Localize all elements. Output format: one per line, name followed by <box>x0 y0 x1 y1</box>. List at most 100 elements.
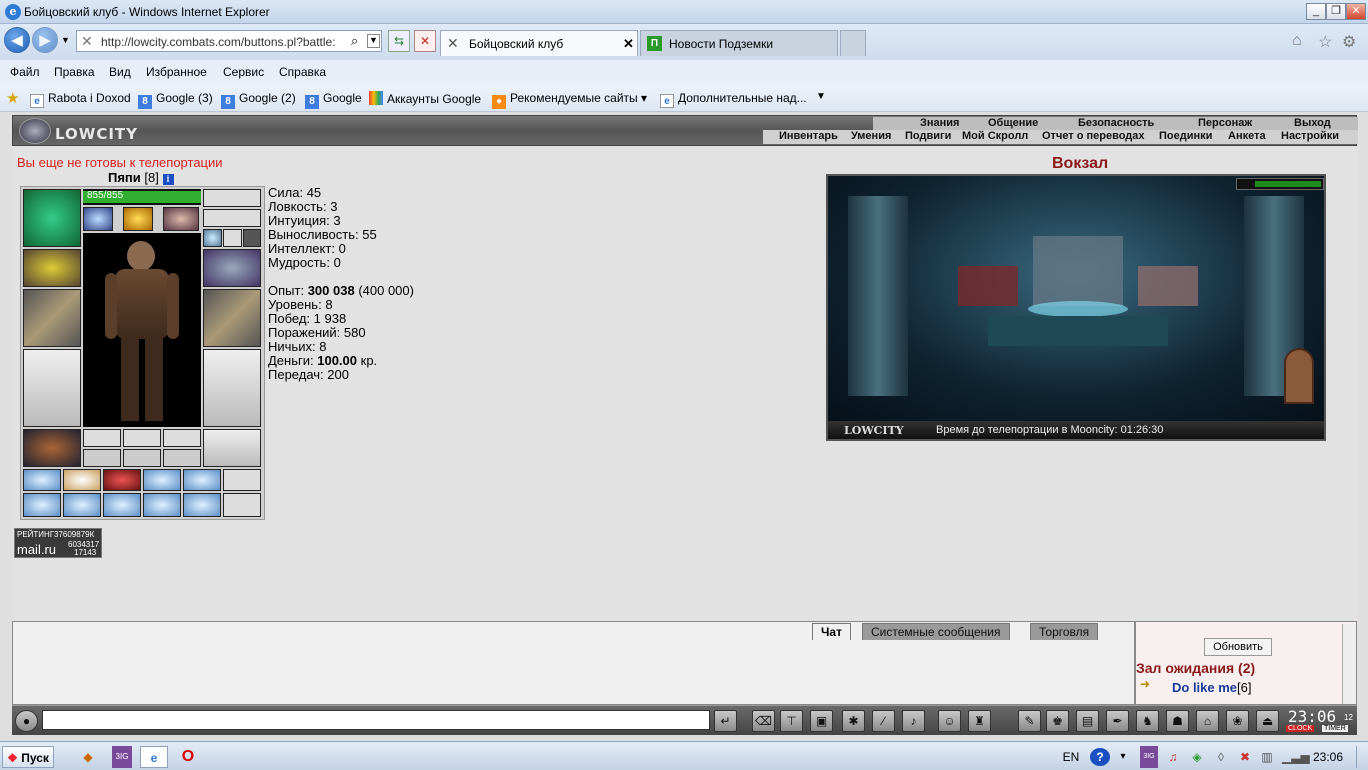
lock-icon[interactable]: ⌂ <box>1196 710 1219 732</box>
new-tab-button[interactable] <box>840 30 866 56</box>
smiles-icon[interactable]: ☺ <box>938 710 961 732</box>
network-icon[interactable]: ▥ <box>1258 746 1276 768</box>
rune-slot[interactable] <box>83 429 121 447</box>
send-icon[interactable]: ↵ <box>714 710 737 732</box>
helmet-slot[interactable] <box>23 189 81 247</box>
chat-filter-icon[interactable]: ● <box>15 710 38 732</box>
scroll-slot[interactable] <box>183 469 221 491</box>
show-desktop-button[interactable] <box>1356 746 1366 768</box>
fav-item-recommended[interactable]: ● Рекомендуемые сайты ▾ <box>492 91 647 109</box>
timer-label[interactable]: TIMER <box>1322 725 1348 732</box>
refresh-button[interactable]: Обновить <box>1204 638 1272 656</box>
menu-view[interactable]: Вид <box>109 65 131 79</box>
exit-game-icon[interactable]: ⏏ <box>1256 710 1279 732</box>
scroll-slot[interactable] <box>223 469 261 491</box>
user-item[interactable]: Do like me[6] <box>1172 680 1252 695</box>
scroll-slot[interactable] <box>223 493 261 517</box>
link-exit[interactable]: Выход <box>1294 117 1331 129</box>
location-scene[interactable]: LOWCITY Время до телепортации в Mooncity… <box>826 174 1326 441</box>
scroll-slot[interactable] <box>23 469 61 491</box>
tab-news[interactable]: П Новости Подземки <box>640 30 838 56</box>
menu-edit[interactable]: Правка <box>54 65 95 79</box>
link-inventory[interactable]: Инвентарь <box>779 130 838 142</box>
link-settings[interactable]: Настройки <box>1281 130 1339 142</box>
scroll-slot[interactable] <box>23 493 61 517</box>
favorites-star-icon[interactable]: ☆ <box>1318 32 1332 52</box>
amulet-slot[interactable] <box>203 189 261 207</box>
link-knowledge[interactable]: Знания <box>920 117 959 129</box>
scroll-slot[interactable] <box>143 493 181 517</box>
link-character[interactable]: Персонаж <box>1198 117 1252 129</box>
start-button[interactable]: ❖ Пуск <box>2 746 54 768</box>
clock-label[interactable]: CLOCK <box>1286 725 1315 732</box>
earring-slot[interactable] <box>203 209 261 227</box>
scroll-slot[interactable] <box>63 469 101 491</box>
shield-slot[interactable] <box>203 349 261 427</box>
link-skills[interactable]: Умения <box>851 130 891 142</box>
rune-slot[interactable] <box>83 449 121 467</box>
fav-item-google-2[interactable]: 8 Google (2) <box>221 91 296 109</box>
rune-slot[interactable] <box>123 449 161 467</box>
rune-slot[interactable] <box>123 429 161 447</box>
chat-input[interactable] <box>42 710 710 730</box>
mailru-rating-counter[interactable]: РЕЙТИНГ 37609879К mail.ru 6034317 17143 <box>14 528 102 558</box>
gold-icon[interactable]: ▤ <box>1076 710 1099 732</box>
fav-item-google-3[interactable]: 8 Google (3) <box>138 91 213 109</box>
taskbar-clock[interactable]: 23:06 <box>1308 746 1348 768</box>
tray-icon[interactable]: ▾ <box>1116 746 1130 768</box>
buff-icon[interactable] <box>163 207 199 231</box>
bag-icon[interactable]: ♚ <box>1046 710 1069 732</box>
menu-favorites[interactable]: Избранное <box>146 65 207 79</box>
filter-icon[interactable]: ⊤ <box>780 710 803 732</box>
scroll-slot[interactable] <box>143 469 181 491</box>
app-icon[interactable]: 3IG <box>112 746 132 768</box>
buff-icon[interactable] <box>83 207 113 231</box>
refresh-icon[interactable]: ⇆ <box>388 30 410 52</box>
tab-close-icon[interactable]: ✕ <box>623 36 634 52</box>
buff-icon[interactable] <box>123 207 153 231</box>
ring-slot[interactable] <box>203 229 222 247</box>
settings-gear-icon[interactable]: ⚙ <box>1342 32 1356 52</box>
back-button[interactable]: ◀ <box>4 27 30 53</box>
link-security[interactable]: Безопасность <box>1078 117 1154 129</box>
scroll-slot[interactable] <box>103 493 141 517</box>
home-icon[interactable]: ⌂ <box>1292 32 1302 50</box>
favorites-overflow-icon[interactable]: ▼ <box>816 91 826 102</box>
boots-slot[interactable] <box>203 429 261 467</box>
volume-icon[interactable]: ♫ <box>1164 746 1182 768</box>
rune-slot[interactable] <box>163 449 201 467</box>
maximize-button[interactable]: ❐ <box>1326 3 1346 20</box>
url-dropdown-icon[interactable]: ▼ <box>367 34 380 48</box>
tray-icon[interactable]: 3IG <box>1140 746 1158 768</box>
tray-icon[interactable]: ✖ <box>1236 746 1254 768</box>
sound-icon[interactable]: ♪ <box>902 710 925 732</box>
help-icon[interactable]: ? <box>1090 748 1110 766</box>
status-icon[interactable]: ⁄ <box>872 710 895 732</box>
menu-file[interactable]: Файл <box>10 65 40 79</box>
gloves-slot[interactable] <box>203 249 261 287</box>
scroll-slot[interactable] <box>63 493 101 517</box>
belt-slot[interactable] <box>23 429 81 467</box>
ring-slot[interactable] <box>223 229 242 247</box>
app-icon[interactable]: ◆ <box>78 746 98 768</box>
private-message-icon[interactable]: ➜ <box>1140 677 1150 691</box>
history-dropdown-icon[interactable]: ▼ <box>61 35 70 45</box>
link-communication[interactable]: Общение <box>988 117 1038 129</box>
nvidia-icon[interactable]: ◈ <box>1188 746 1206 768</box>
favorites-star-add-icon[interactable]: ★ <box>6 89 19 107</box>
link-profile[interactable]: Анкета <box>1228 130 1266 142</box>
signal-icon[interactable]: ▁▃▅ <box>1282 746 1310 768</box>
scroll-slot[interactable] <box>183 493 221 517</box>
weapon-right-slot[interactable] <box>203 289 261 347</box>
tab-trade[interactable]: Торговля <box>1030 623 1099 640</box>
mask-icon[interactable]: ☗ <box>1166 710 1189 732</box>
bracer-slot[interactable] <box>23 249 81 287</box>
tray-icon[interactable]: ◊ <box>1212 746 1230 768</box>
scroll-slot[interactable] <box>103 469 141 491</box>
opera-icon[interactable]: O <box>178 746 198 768</box>
language-indicator[interactable]: EN <box>1060 746 1082 768</box>
forward-button[interactable]: ▶ <box>32 27 58 53</box>
helmet-icon[interactable]: ♜ <box>968 710 991 732</box>
search-icon[interactable]: ⌕ <box>351 33 358 49</box>
info-icon[interactable]: i <box>162 174 174 185</box>
